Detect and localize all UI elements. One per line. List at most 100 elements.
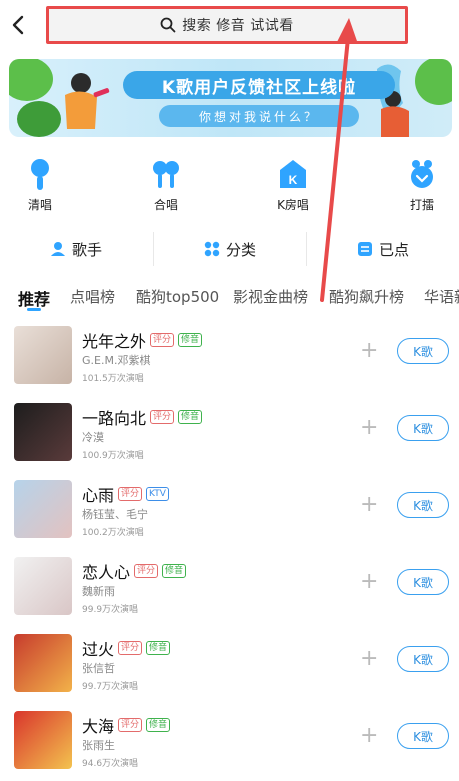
song-title-row: 大海 评分 修音	[82, 713, 171, 737]
search-placeholder: 搜索 修音 试试看	[182, 18, 294, 34]
song-title: 一路向北	[82, 409, 147, 428]
sing-k-button[interactable]: K歌	[397, 569, 449, 595]
album-cover	[14, 557, 72, 615]
album-cover	[14, 403, 72, 461]
song-title-row: 过火 评分 修音	[82, 636, 171, 660]
song-title-row: 心雨 评分 KTV	[82, 482, 169, 506]
duet-microphone-icon	[153, 161, 179, 188]
song-tag: 评分	[118, 641, 143, 655]
banner-subtitle: 你想对我说什么？	[159, 105, 359, 127]
tab-kugou-rising[interactable]: 酷狗飙升榜	[329, 286, 404, 307]
song-tag: KTV	[146, 487, 169, 501]
song-title: 过火	[82, 640, 115, 659]
search-input[interactable]: 搜索 修音 试试看	[46, 6, 408, 44]
song-tag: 评分	[150, 333, 175, 347]
tab-film-tv-chart[interactable]: 影视金曲榜	[233, 286, 308, 307]
play-count: 100.2万次演唱	[82, 528, 144, 538]
microphone-icon	[31, 159, 49, 190]
song-row[interactable]: 光年之外 评分 修音 G.E.M.邓紫棋 101.5万次演唱 + K歌	[0, 326, 459, 398]
song-title: 恋人心	[82, 563, 131, 582]
quick-actions: 清唱 合唱 K K房唱 打擂	[0, 158, 459, 218]
svg-text:K: K	[289, 173, 298, 187]
quick-action-challenge[interactable]: 打擂	[382, 158, 459, 213]
banner-title: K歌用户反馈社区上线啦	[123, 71, 395, 99]
singer-name: 张雨生	[82, 739, 115, 752]
top-bar: 搜索 修音 试试看	[0, 0, 459, 50]
song-title: 光年之外	[82, 332, 147, 351]
add-to-list-icon[interactable]: +	[360, 648, 378, 670]
singer-name: 张信哲	[82, 662, 115, 675]
add-to-list-icon[interactable]: +	[360, 340, 378, 362]
challenge-icon	[411, 160, 433, 188]
back-arrow-icon[interactable]	[8, 12, 28, 38]
song-tag: 修音	[178, 333, 203, 347]
quick-action-label: 清唱	[27, 198, 52, 212]
play-count: 99.7万次演唱	[82, 682, 139, 692]
add-to-list-icon[interactable]: +	[360, 571, 378, 593]
segment-label: 分类	[225, 240, 256, 259]
song-row[interactable]: 一路向北 评分 修音冷漠 100.9万次演唱 + K歌	[0, 403, 459, 475]
play-count: 100.9万次演唱	[82, 451, 144, 461]
tab-recommended[interactable]: 推荐	[18, 286, 50, 310]
banner-illustration-left	[9, 59, 110, 137]
song-tag: 修音	[178, 410, 203, 424]
active-tab-indicator	[27, 308, 41, 311]
song-title: 心雨	[82, 486, 115, 505]
song-row[interactable]: 大海 评分 修音张雨生 94.6万次演唱 + K歌	[0, 711, 459, 781]
tab-chinese-new[interactable]: 华语新	[424, 286, 459, 307]
k-room-icon: K	[280, 160, 306, 188]
sing-k-button[interactable]: K歌	[397, 646, 449, 672]
song-tag: 评分	[118, 718, 143, 732]
singer-name: 魏新雨	[82, 585, 115, 598]
quick-action-k-room[interactable]: K K房唱	[253, 158, 333, 213]
quick-action-label: K房唱	[277, 198, 309, 212]
singer-name: 杨钰莹、毛宁	[82, 508, 148, 521]
play-count: 99.9万次演唱	[82, 605, 139, 615]
song-tag: 修音	[146, 641, 171, 655]
song-tag: 修音	[146, 718, 171, 732]
quick-action-label: 合唱	[153, 198, 178, 212]
album-cover	[14, 634, 72, 692]
singer-name: G.E.M.邓紫棋	[82, 354, 151, 367]
add-to-list-icon[interactable]: +	[360, 494, 378, 516]
album-cover	[14, 711, 72, 769]
album-cover	[14, 480, 72, 538]
quick-action-duet[interactable]: 合唱	[126, 158, 206, 213]
song-row[interactable]: 心雨 评分 KTV 杨钰莹、毛宁 100.2万次演唱 + K歌	[0, 480, 459, 552]
singer-name: 冷漠	[82, 431, 104, 444]
sing-k-button[interactable]: K歌	[397, 338, 449, 364]
song-tag: 评分	[118, 487, 143, 501]
sing-k-button[interactable]: K歌	[397, 415, 449, 441]
segment-label: 已点	[378, 240, 409, 259]
play-count: 94.6万次演唱	[82, 759, 139, 769]
singer-icon	[50, 242, 65, 256]
promo-banner[interactable]: K歌用户反馈社区上线啦 你想对我说什么？	[9, 59, 452, 137]
song-row[interactable]: 恋人心 评分 修音魏新雨 99.9万次演唱 + K歌	[0, 557, 459, 629]
quick-action-label: 打擂	[409, 198, 434, 212]
song-tag: 评分	[150, 410, 175, 424]
tab-request-chart[interactable]: 点唱榜	[70, 286, 115, 307]
search-icon	[160, 17, 176, 33]
chart-tabs: 推荐 点唱榜 酷狗top500 影视金曲榜 酷狗飙升榜 华语新	[0, 284, 459, 314]
category-icon	[204, 241, 220, 257]
song-title: 大海	[82, 717, 115, 736]
song-title-row: 光年之外 评分 修音	[82, 328, 203, 352]
song-tag: 评分	[134, 564, 159, 578]
song-title-row: 恋人心 评分 修音	[82, 559, 187, 583]
add-to-list-icon[interactable]: +	[360, 725, 378, 747]
quick-action-solo[interactable]: 清唱	[0, 158, 80, 213]
segment-category[interactable]: 分类	[154, 228, 306, 270]
add-to-list-icon[interactable]: +	[360, 417, 378, 439]
sing-k-button[interactable]: K歌	[397, 492, 449, 518]
song-tag: 修音	[162, 564, 187, 578]
album-cover	[14, 326, 72, 384]
segment-singer[interactable]: 歌手	[0, 228, 152, 270]
song-title-row: 一路向北 评分 修音	[82, 405, 203, 429]
sing-k-button[interactable]: K歌	[397, 723, 449, 749]
segment-label: 歌手	[71, 240, 102, 259]
song-row[interactable]: 过火 评分 修音张信哲 99.7万次演唱 + K歌	[0, 634, 459, 706]
play-count: 101.5万次演唱	[82, 374, 144, 384]
ordered-icon	[357, 242, 372, 256]
tab-kugou-top500[interactable]: 酷狗top500	[136, 286, 219, 307]
segment-ordered[interactable]: 已点	[307, 228, 459, 270]
